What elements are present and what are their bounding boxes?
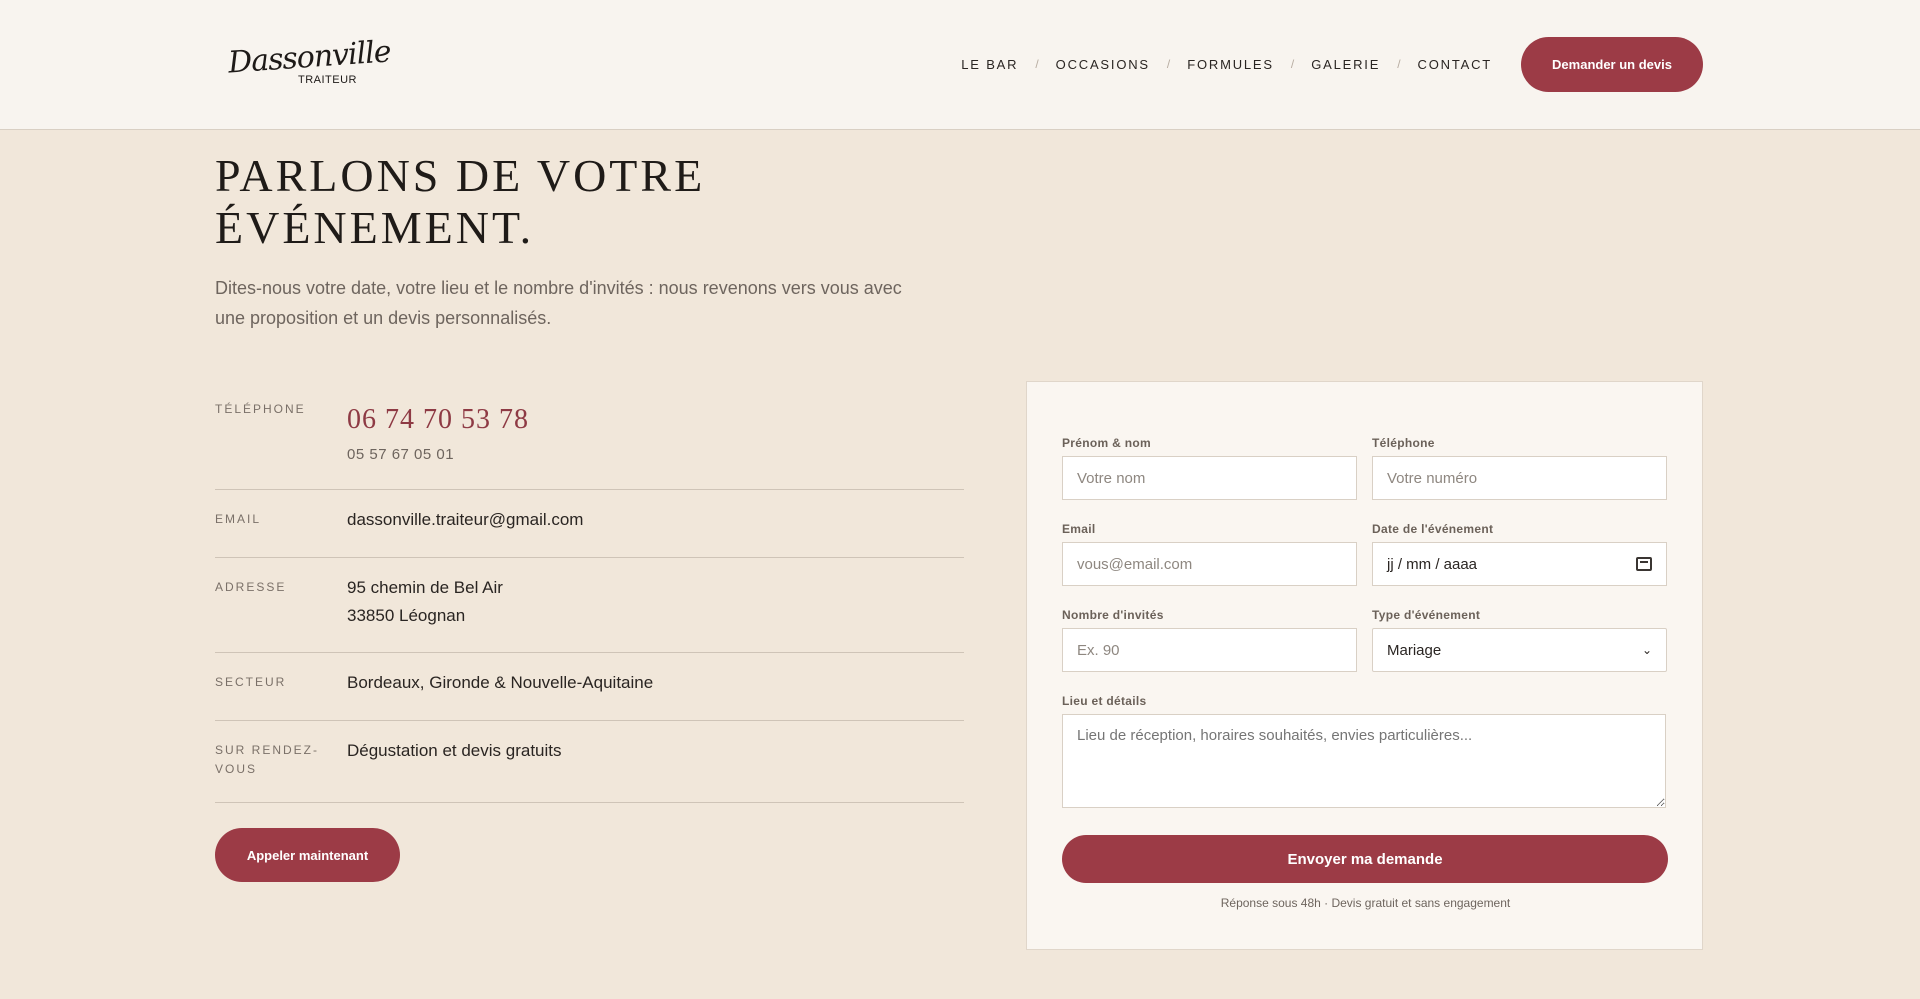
phone-field-label: Téléphone [1372, 436, 1435, 450]
submit-button[interactable]: Envoyer ma demande [1062, 835, 1668, 883]
appointment-value: Dégustation et devis gratuits [347, 741, 562, 760]
field-name: Prénom & nom [1062, 436, 1357, 500]
nav-separator: / [1166, 57, 1171, 71]
contact-info: TÉLÉPHONE 06 74 70 53 78 05 57 67 05 01 … [215, 386, 964, 803]
page-title: PARLONS DE VOTRE ÉVÉNEMENT. [215, 150, 706, 253]
event-type-value: Mariage [1387, 641, 1442, 659]
address-value: 95 chemin de Bel Air 33850 Léognan [347, 558, 503, 632]
nav-separator: / [1290, 57, 1295, 71]
request-quote-button[interactable]: Demander un devis [1521, 37, 1703, 92]
logo[interactable]: Dassonville TRAITEUR [227, 34, 392, 90]
details-label: Lieu et détails [1062, 694, 1147, 708]
field-email: Email [1062, 522, 1357, 586]
guests-label: Nombre d'invités [1062, 608, 1164, 622]
info-row-phone: TÉLÉPHONE 06 74 70 53 78 05 57 67 05 01 [215, 386, 964, 490]
field-details: Lieu et détails [1062, 694, 1666, 813]
date-label: Date de l'événement [1372, 522, 1494, 536]
field-date: Date de l'événement jj / mm / aaaa [1372, 522, 1667, 586]
page-subtitle: Dites-nous votre date, votre lieu et le … [215, 278, 902, 328]
name-input[interactable] [1062, 456, 1357, 500]
field-type: Type d'événement Mariage ⌄ [1372, 608, 1667, 672]
appointment-label: SUR RENDEZ-VOUS [215, 743, 320, 776]
guests-input[interactable] [1062, 628, 1357, 672]
address-line-1: 95 chemin de Bel Air [347, 578, 503, 597]
nav-separator: / [1035, 57, 1039, 71]
phone-alt-link[interactable]: 05 57 67 05 01 [347, 442, 529, 468]
email-input[interactable] [1062, 542, 1357, 586]
nav-item-le-bar[interactable]: LE BAR [961, 57, 1018, 72]
quote-form: Prénom & nom Téléphone Email Date de l'é… [1026, 381, 1703, 950]
sector-label: SECTEUR [215, 675, 287, 689]
info-row-sector: SECTEUR Bordeaux, Gironde & Nouvelle-Aqu… [215, 653, 964, 721]
phone-main-link[interactable]: 06 74 70 53 78 [347, 400, 529, 440]
nav-item-galerie[interactable]: GALERIE [1311, 57, 1380, 72]
phone-input[interactable] [1372, 456, 1667, 500]
info-row-address: ADRESSE 95 chemin de Bel Air 33850 Léogn… [215, 558, 964, 653]
email-label: EMAIL [215, 512, 262, 526]
field-phone: Téléphone [1372, 436, 1667, 500]
address-line-2: 33850 Léognan [347, 606, 466, 625]
type-label: Type d'événement [1372, 608, 1481, 622]
info-row-email: EMAIL dassonville.traiteur@gmail.com [215, 490, 964, 558]
nav-item-contact[interactable]: CONTACT [1418, 57, 1492, 72]
field-guests: Nombre d'invités [1062, 608, 1357, 672]
sector-value: Bordeaux, Gironde & Nouvelle-Aquitaine [347, 673, 654, 692]
email-field-label: Email [1062, 522, 1096, 536]
phone-values: 06 74 70 53 78 05 57 67 05 01 [347, 386, 529, 469]
calendar-icon[interactable] [1636, 557, 1652, 571]
nav-separator: / [1397, 57, 1401, 71]
details-textarea[interactable] [1062, 714, 1666, 808]
chevron-down-icon: ⌄ [1641, 643, 1652, 657]
site-header: Dassonville TRAITEUR LE BAR / OCCASIONS … [0, 0, 1920, 130]
call-now-button[interactable]: Appeler maintenant [215, 828, 400, 882]
nav-item-occasions[interactable]: OCCASIONS [1056, 57, 1150, 72]
email-link[interactable]: dassonville.traiteur@gmail.com [347, 490, 583, 537]
info-row-appointment: SUR RENDEZ-VOUS Dégustation et devis gra… [215, 721, 964, 803]
phone-label: TÉLÉPHONE [215, 402, 306, 416]
main-nav: LE BAR / OCCASIONS / FORMULES / GALERIE … [961, 0, 1492, 128]
date-placeholder: jj / mm / aaaa [1387, 555, 1478, 573]
logo-subtitle: TRAITEUR [298, 74, 357, 86]
name-label: Prénom & nom [1062, 436, 1151, 450]
event-type-select[interactable]: Mariage ⌄ [1372, 628, 1667, 672]
date-input[interactable]: jj / mm / aaaa [1372, 542, 1667, 586]
nav-item-formules[interactable]: FORMULES [1187, 57, 1274, 72]
address-label: ADRESSE [215, 580, 287, 594]
form-note: Réponse sous 48h · Devis gratuit et sans… [1220, 896, 1511, 910]
